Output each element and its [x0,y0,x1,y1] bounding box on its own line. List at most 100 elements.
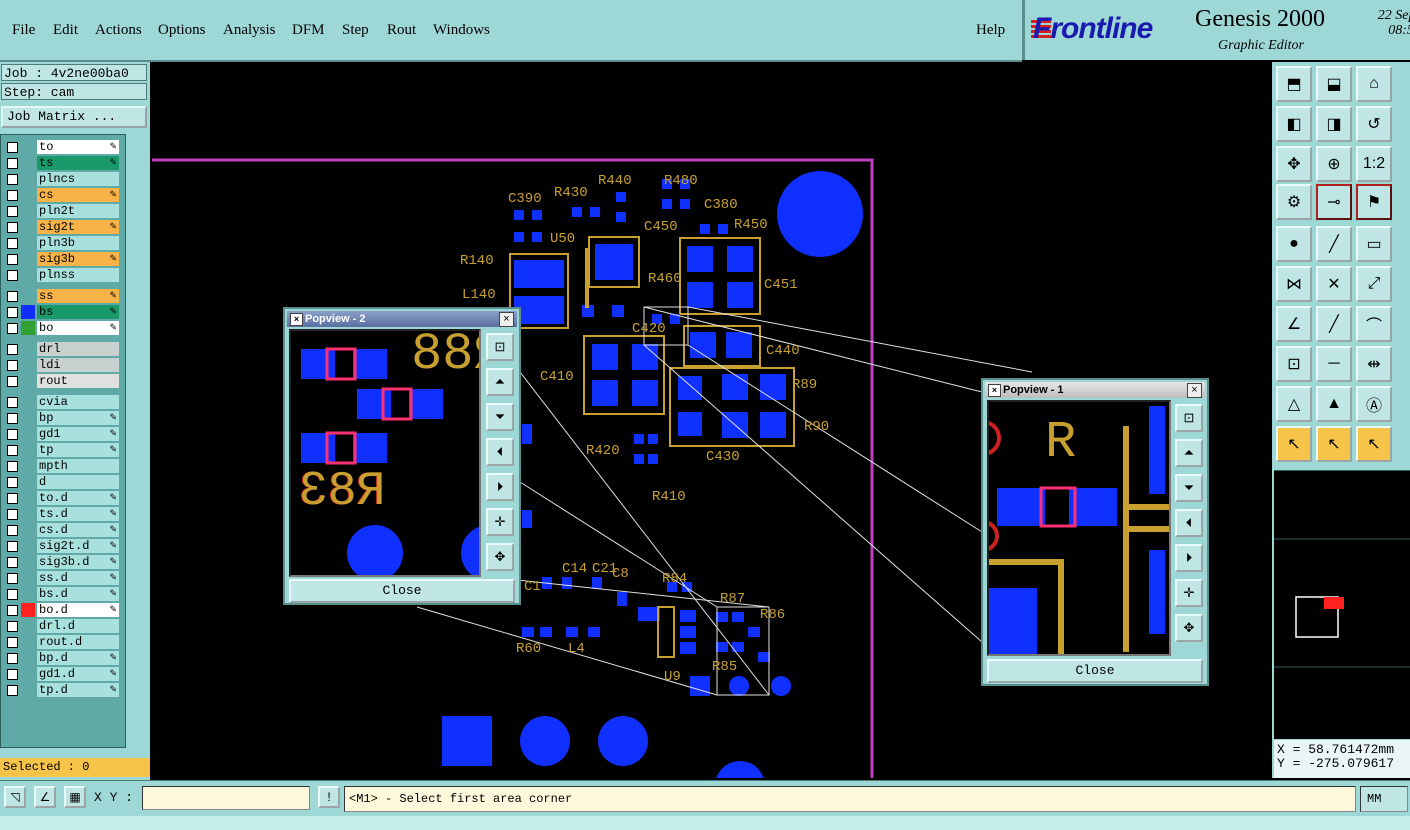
window-right-icon[interactable]: ◨ [1316,106,1352,142]
arc-icon[interactable]: ⌒ [1356,306,1392,342]
layer-row-ts-d[interactable]: ts.d ✎ [1,506,125,522]
layer-visibility-checkbox[interactable] [7,413,18,424]
layer-name[interactable]: ss ✎ [37,289,119,303]
layer-row-bs[interactable]: bs ✎ [1,304,125,320]
popview-2-close-button[interactable]: Close [289,579,515,603]
zoom-home-icon[interactable]: ✥ [1276,146,1312,182]
layer-visibility-checkbox[interactable] [7,621,18,632]
layer-visibility-checkbox[interactable] [7,509,18,520]
nodes-icon[interactable]: ⋈ [1276,266,1312,302]
layer-row-to[interactable]: to ✎ [1,139,125,155]
layer-visibility-checkbox[interactable] [7,222,18,233]
layer-name[interactable]: to ✎ [37,140,119,154]
layer-row-tp[interactable]: tp ✎ [1,442,125,458]
layer-row-drl[interactable]: drl [1,341,125,357]
layer-name[interactable]: ss.d ✎ [37,571,119,585]
layer-row-bo-d[interactable]: bo.d ✎ [1,602,125,618]
layer-visibility-checkbox[interactable] [7,376,18,387]
arrow-select-2-icon[interactable]: ↖ [1316,426,1352,462]
layer-name[interactable]: pln2t [37,204,119,218]
layer-name[interactable]: bp.d ✎ [37,651,119,665]
layer-row-bo[interactable]: bo ✎ [1,320,125,336]
layer-visibility-checkbox[interactable] [7,541,18,552]
zoom-in-icon[interactable]: ✛ [486,508,514,536]
close-icon[interactable]: × [1187,383,1202,398]
layer-visibility-checkbox[interactable] [7,397,18,408]
layer-name[interactable]: drl.d [37,619,119,633]
menu-options[interactable]: Options [158,22,206,39]
pan-right-icon[interactable]: ⏵ [1175,544,1203,572]
popview-2-view[interactable]: R88 R83 [289,329,481,577]
arrow-select-icon[interactable]: ↖ [1276,426,1312,462]
layer-row-rout-d[interactable]: rout.d [1,634,125,650]
layer-name[interactable]: rout [37,374,119,388]
layer-name[interactable]: drl [37,342,119,356]
triangle-edit-icon[interactable]: Ⓐ [1356,386,1392,422]
grid-mode-icon[interactable]: ▦ [64,786,86,808]
layer-row-plncs[interactable]: plncs [1,171,125,187]
layer-row-cs[interactable]: cs ✎ [1,187,125,203]
layer-visibility-checkbox[interactable] [7,589,18,600]
layer-visibility-checkbox[interactable] [7,493,18,504]
layer-row-gd1-d[interactable]: gd1.d ✎ [1,666,125,682]
measure-icon[interactable]: ⚙ [1276,184,1312,220]
layer-name[interactable]: tp.d ✎ [37,683,119,697]
point-select-icon[interactable]: ⊡ [1276,346,1312,382]
layer-visibility-checkbox[interactable] [7,344,18,355]
undo-view-icon[interactable]: ↺ [1356,106,1392,142]
layer-visibility-checkbox[interactable] [7,307,18,318]
layer-row-sig3b-d[interactable]: sig3b.d ✎ [1,554,125,570]
cross-icon[interactable]: ✕ [1316,266,1352,302]
layer-name[interactable]: cvia [37,395,119,409]
snap-point-icon[interactable]: ⤢ [1356,266,1392,302]
menu-edit[interactable]: Edit [53,22,78,39]
triangle-select-icon[interactable]: ▲ [1316,386,1352,422]
layer-visibility-checkbox[interactable] [7,669,18,680]
layer-visibility-checkbox[interactable] [7,190,18,201]
layer-name[interactable]: d [37,475,119,489]
layer-name[interactable]: sig3b ✎ [37,252,119,266]
layer-name[interactable]: cs ✎ [37,188,119,202]
popview-1-close-button[interactable]: Close [987,659,1203,683]
pan-left-icon[interactable]: ⏴ [1175,509,1203,537]
layer-name[interactable]: ts.d ✎ [37,507,119,521]
angle-mode-icon[interactable]: ∠ [34,786,56,808]
layer-row-tp-d[interactable]: tp.d ✎ [1,682,125,698]
zoom-center-icon[interactable]: ⊕ [1316,146,1352,182]
layer-row-mpth[interactable]: mpth [1,458,125,474]
pan-up-icon[interactable]: ⏶ [1175,439,1203,467]
layer-name[interactable]: bp ✎ [37,411,119,425]
pan-up-icon[interactable]: ⏶ [486,368,514,396]
layer-visibility-checkbox[interactable] [7,158,18,169]
layer-visibility-checkbox[interactable] [7,573,18,584]
layer-row-plnss[interactable]: plnss [1,267,125,283]
menu-help[interactable]: Help [976,22,1005,39]
layer-visibility-checkbox[interactable] [7,461,18,472]
layer-row-sig2t[interactable]: sig2t ✎ [1,219,125,235]
menu-rout[interactable]: Rout [387,22,416,39]
layer-row-d[interactable]: d [1,474,125,490]
window-top-icon[interactable]: ⬒ [1276,66,1312,102]
layer-name[interactable]: ldi [37,358,119,372]
layer-color-swatch[interactable] [21,305,35,319]
line-icon[interactable]: ╱ [1316,306,1352,342]
layer-row-ldi[interactable]: ldi [1,357,125,373]
home-icon[interactable]: ⌂ [1356,66,1392,102]
menu-dfm[interactable]: DFM [292,22,325,39]
pan-left-icon[interactable]: ⏴ [486,438,514,466]
zoom-out-icon[interactable]: ✥ [486,543,514,571]
layer-name[interactable]: bs.d ✎ [37,587,119,601]
layer-visibility-checkbox[interactable] [7,238,18,249]
layer-visibility-checkbox[interactable] [7,525,18,536]
popview-1-view[interactable]: R [987,400,1171,656]
layer-visibility-checkbox[interactable] [7,174,18,185]
layer-visibility-checkbox[interactable] [7,291,18,302]
menu-windows[interactable]: Windows [433,22,490,39]
layer-visibility-checkbox[interactable] [7,637,18,648]
overview-map[interactable] [1274,470,1410,739]
layer-row-rout[interactable]: rout [1,373,125,389]
ruler-icon[interactable]: ▭ [1356,226,1392,262]
menu-actions[interactable]: Actions [95,22,142,39]
layer-name[interactable]: sig3b.d ✎ [37,555,119,569]
pan-right-icon[interactable]: ⏵ [486,473,514,501]
